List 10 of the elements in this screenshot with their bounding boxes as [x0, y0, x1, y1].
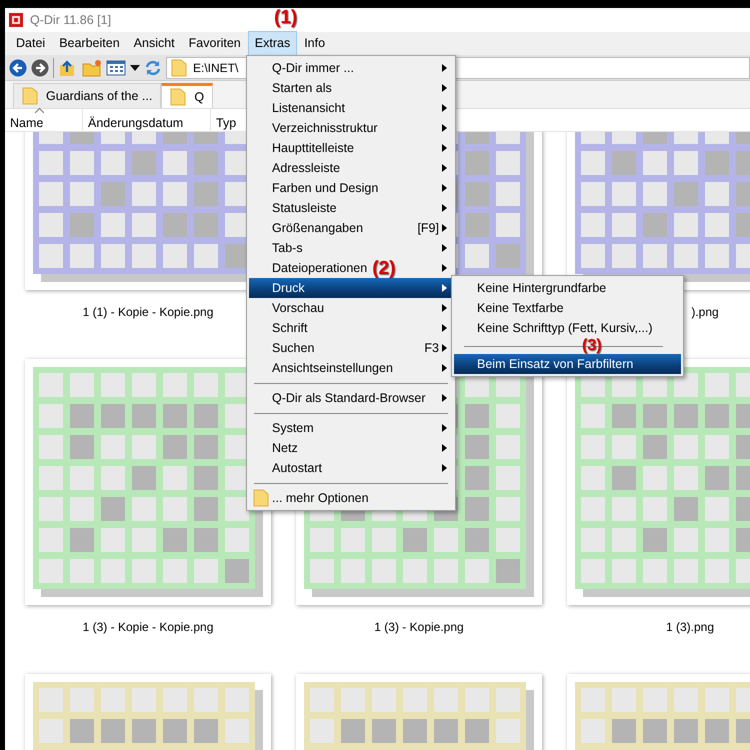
annotation-label: (2): [372, 258, 396, 278]
file-name: 1 (3).png: [664, 619, 716, 636]
annotation-label: (1): [274, 6, 298, 30]
file-name: 1 (3) - Kopie.png: [373, 619, 465, 636]
file-name: 1 (1) - Kopie - Kopie.png: [82, 304, 214, 321]
window-title: Q-Dir 11.86 [1]: [30, 12, 112, 29]
address-text: E:\INET\: [193, 60, 238, 76]
file-name: ).png: [690, 304, 720, 321]
annotation-label: (3): [582, 338, 602, 354]
file-name: 1 (3) - Kopie - Kopie.png: [82, 619, 214, 636]
